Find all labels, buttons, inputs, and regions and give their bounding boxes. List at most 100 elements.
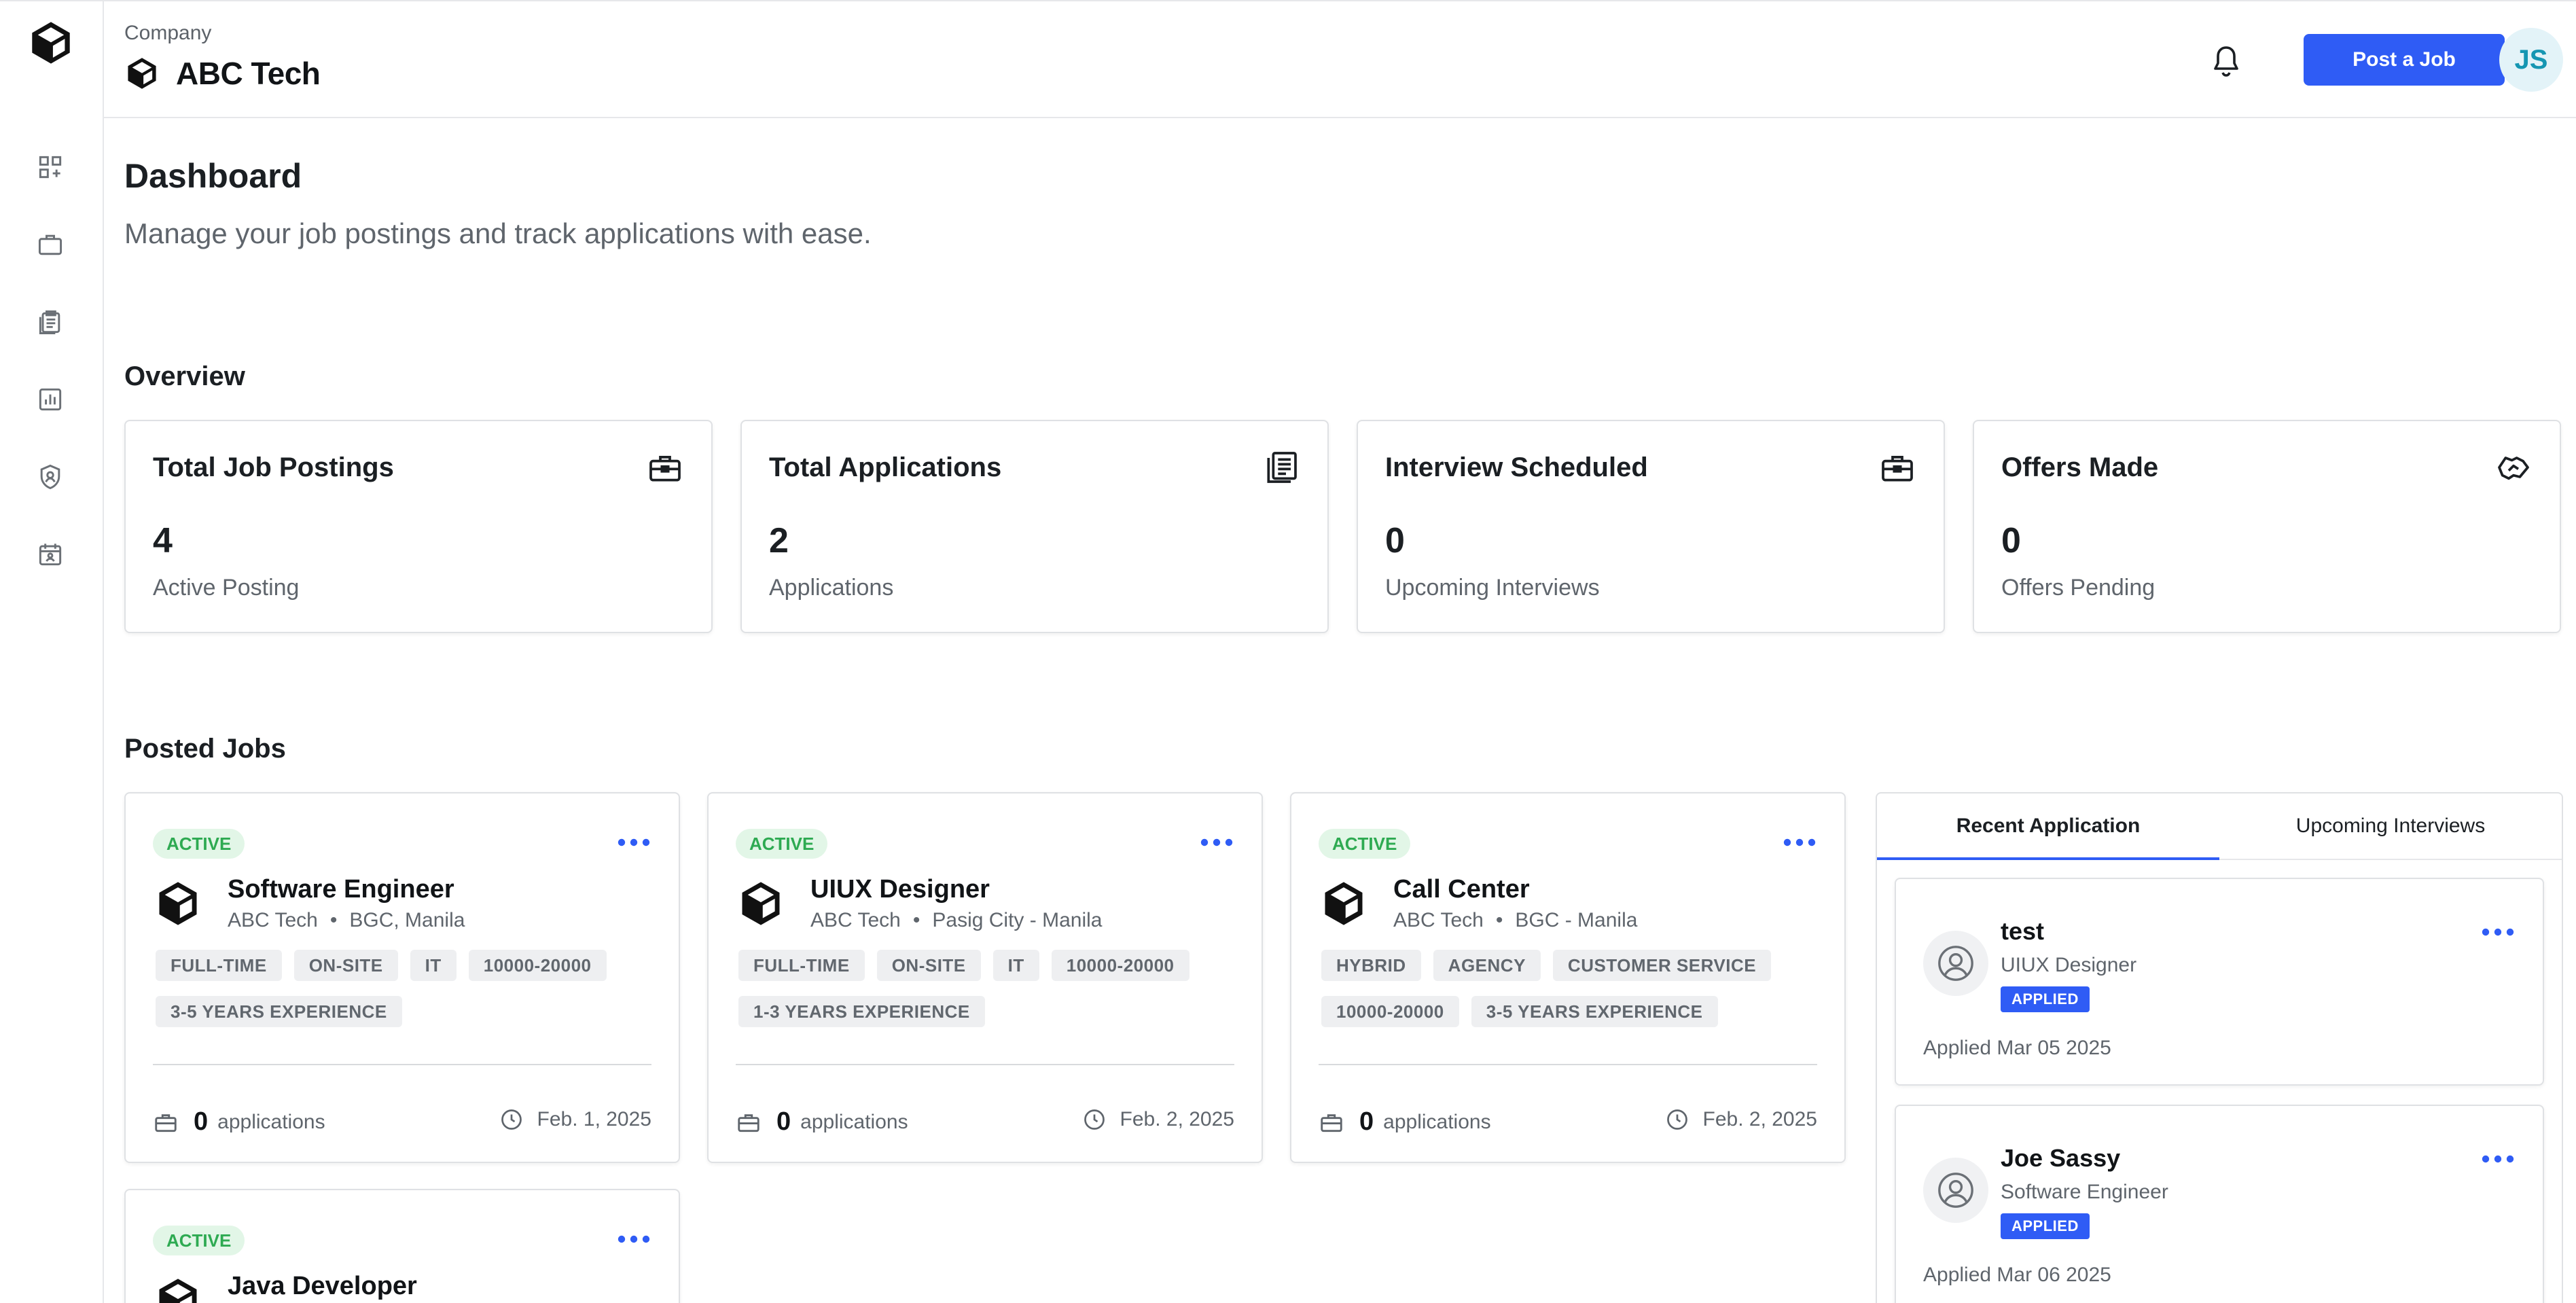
job-card[interactable]: ACTIVE Java Developer: [124, 1189, 680, 1303]
status-badge: ACTIVE: [153, 1226, 245, 1255]
posted-date: Feb. 2, 2025: [1082, 1107, 1234, 1132]
clock-icon: [1666, 1109, 1687, 1130]
applications-label: applications: [1383, 1110, 1491, 1133]
job-tag: CUSTOMER SERVICE: [1552, 950, 1772, 981]
stat-subtitle: Applications: [769, 575, 894, 601]
job-title[interactable]: UIUX Designer: [810, 875, 990, 904]
job-company: ABC Tech: [228, 909, 318, 931]
stat-title: Offers Made: [2001, 452, 2159, 482]
tab-recent-application[interactable]: Recent Application: [1877, 793, 2219, 860]
panel-tabs: Recent Application Upcoming Interviews: [1877, 793, 2562, 860]
job-tag: ON-SITE: [876, 950, 981, 981]
job-company: ABC Tech: [1393, 909, 1484, 931]
status-badge: ACTIVE: [1319, 829, 1411, 859]
company-label: Company: [124, 22, 212, 44]
more-options-icon[interactable]: [2480, 1148, 2516, 1170]
more-options-icon[interactable]: [616, 1228, 651, 1250]
stat-value: 4: [153, 521, 173, 560]
stat-subtitle: Upcoming Interviews: [1385, 575, 1600, 601]
posted-date: Feb. 2, 2025: [1665, 1107, 1817, 1132]
post-job-button[interactable]: Post a Job: [2304, 34, 2505, 86]
job-card[interactable]: ACTIVE Software Engineer ABC Tech • BGC, M…: [124, 792, 680, 1163]
applicant-avatar: [1923, 1158, 1988, 1223]
applications-number: 0: [776, 1107, 791, 1136]
job-tag: ON-SITE: [293, 950, 398, 981]
dashboard-grid-icon[interactable]: [35, 152, 65, 182]
stat-value: 0: [2001, 521, 2021, 560]
job-meta: ABC Tech • BGC, Manila: [228, 909, 465, 931]
clipboard-list-icon[interactable]: [35, 307, 65, 337]
briefcase-icon[interactable]: [35, 230, 65, 260]
more-options-icon[interactable]: [2480, 921, 2516, 943]
job-title[interactable]: Software Engineer: [228, 875, 454, 904]
toolbox-icon: [649, 455, 681, 482]
toolbox-icon: [738, 1113, 759, 1132]
applicant-name[interactable]: Joe Sassy: [2001, 1144, 2120, 1173]
applicant-role: UIUX Designer: [2001, 954, 2137, 976]
clock-icon: [1084, 1109, 1105, 1130]
handshake-icon: [2498, 457, 2529, 480]
applicant-name[interactable]: test: [2001, 917, 2044, 946]
job-meta: ABC Tech • Pasig City - Manila: [810, 909, 1103, 931]
stat-card-offers-made[interactable]: Offers Made 0 Offers Pending: [1973, 420, 2561, 633]
page-title: Dashboard: [124, 157, 302, 195]
job-tag: IT: [410, 950, 457, 981]
main-content: Dashboard Manage your job postings and t…: [104, 118, 2576, 1303]
user-circle-icon: [1938, 1173, 1973, 1208]
status-badge: ACTIVE: [153, 829, 245, 859]
job-title[interactable]: Java Developer: [228, 1272, 417, 1301]
job-card[interactable]: ACTIVE Call Center ABC Tech • BGC - Manila…: [1290, 792, 1846, 1163]
job-tag: IT: [992, 950, 1039, 981]
job-location: BGC, Manila: [349, 909, 465, 931]
posted-date: Feb. 1, 2025: [499, 1107, 651, 1132]
job-tag: 10000-20000: [1051, 950, 1189, 981]
stat-card-interview-scheduled[interactable]: Interview Scheduled 0 Upcoming Interview…: [1357, 420, 1945, 633]
application-card[interactable]: Joe Sassy Software Engineer APPLIED Appl…: [1895, 1105, 2544, 1303]
clock-icon: [501, 1109, 522, 1130]
company-switcher[interactable]: ABC Tech: [124, 53, 321, 94]
more-options-icon[interactable]: [1782, 832, 1817, 853]
job-tags: FULL-TIME ON-SITE IT 10000-20000 1-3 YEA…: [738, 950, 1241, 1027]
job-company: ABC Tech: [810, 909, 901, 931]
posted-jobs-heading: Posted Jobs: [124, 734, 286, 764]
company-cube-icon: [159, 1279, 197, 1303]
job-title[interactable]: Call Center: [1393, 875, 1530, 904]
status-badge: APPLIED: [2001, 1213, 2090, 1239]
posted-date-text: Feb. 2, 2025: [1120, 1108, 1234, 1130]
stat-card-total-job-postings[interactable]: Total Job Postings 4 Active Posting: [124, 420, 713, 633]
app-root: Company ABC Tech Post a Job JS Dashboard…: [0, 0, 2576, 1303]
applied-date: Applied Mar 05 2025: [1923, 1037, 2111, 1059]
more-options-icon[interactable]: [1199, 832, 1234, 853]
job-tag: 10000-20000: [1321, 996, 1459, 1027]
divider: [153, 1064, 651, 1065]
job-card[interactable]: ACTIVE UIUX Designer ABC Tech • Pasig City…: [707, 792, 1263, 1163]
job-tag: 3-5 YEARS EXPERIENCE: [156, 996, 402, 1027]
stat-subtitle: Offers Pending: [2001, 575, 2155, 601]
applications-count: 0 applications: [153, 1107, 325, 1137]
bar-chart-icon[interactable]: [35, 385, 65, 414]
job-tag: 3-5 YEARS EXPERIENCE: [1471, 996, 1718, 1027]
stat-card-total-applications[interactable]: Total Applications 2 Applications: [740, 420, 1329, 633]
calendar-user-icon[interactable]: [35, 539, 65, 569]
applicant-avatar: [1923, 931, 1988, 996]
company-logo-clip: [156, 1276, 200, 1303]
job-location: Pasig City - Manila: [932, 909, 1103, 931]
company-cube-icon: [742, 882, 780, 925]
more-options-icon[interactable]: [616, 832, 651, 853]
application-card[interactable]: test UIUX Designer APPLIED Applied Mar 0…: [1895, 878, 2544, 1086]
job-tags: FULL-TIME ON-SITE IT 10000-20000 3-5 YEA…: [156, 950, 658, 1027]
app-logo-cube-icon[interactable]: [27, 19, 75, 67]
job-tag: HYBRID: [1321, 950, 1421, 981]
tab-upcoming-interviews[interactable]: Upcoming Interviews: [2219, 793, 2562, 859]
applications-count: 0 applications: [736, 1107, 908, 1137]
stat-title: Total Applications: [769, 452, 1002, 482]
company-name: ABC Tech: [176, 56, 321, 91]
notification-bell-icon[interactable]: [2210, 43, 2242, 80]
applications-panel: Recent Application Upcoming Interviews t…: [1876, 792, 2563, 1303]
user-circle-icon: [1938, 946, 1973, 981]
shield-user-icon[interactable]: [35, 462, 65, 492]
toolbox-icon: [1321, 1113, 1342, 1132]
job-tag: 10000-20000: [468, 950, 607, 981]
sidebar: [0, 1, 104, 1303]
user-avatar[interactable]: JS: [2499, 28, 2563, 92]
